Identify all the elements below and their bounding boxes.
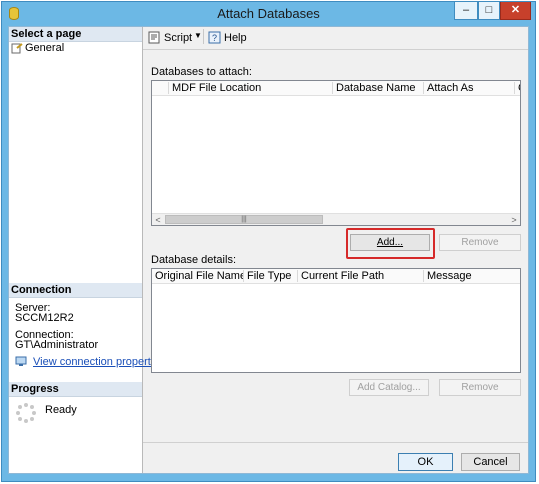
footer-divider <box>143 442 528 443</box>
connection-properties-icon <box>15 356 27 366</box>
spinner-icon <box>16 403 36 423</box>
scrollbar-thumb[interactable]: ||| <box>165 215 323 224</box>
details-grid-header: Original File Name File Type Current Fil… <box>152 269 520 284</box>
help-label: Help <box>224 32 247 44</box>
column-header[interactable]: Original File Name <box>152 270 244 282</box>
maximize-button[interactable]: □ <box>478 2 500 20</box>
column-header[interactable]: Message <box>424 270 520 282</box>
page-icon <box>11 43 23 54</box>
add-catalog-button-label: Add Catalog... <box>357 382 421 393</box>
progress-header: Progress <box>9 382 142 397</box>
databases-horizontal-scrollbar[interactable]: < ||| > <box>152 213 520 225</box>
column-header[interactable]: C <box>515 82 520 94</box>
column-header[interactable]: Current File Path <box>298 270 424 282</box>
add-catalog-button[interactable]: Add Catalog... <box>349 379 429 396</box>
add-button[interactable]: Add... <box>350 234 430 251</box>
remove-detail-button[interactable]: Remove <box>439 379 521 396</box>
svg-text:?: ? <box>212 33 217 43</box>
databases-grid-header: MDF File Location Database Name Attach A… <box>152 81 520 96</box>
databases-to-attach-grid[interactable]: MDF File Location Database Name Attach A… <box>151 80 521 226</box>
maximize-icon: □ <box>485 4 493 16</box>
scroll-left-icon[interactable]: < <box>152 214 164 225</box>
column-header[interactable]: Database Name <box>333 82 424 94</box>
server-value: SCCM12R2 <box>15 312 74 324</box>
left-pane: Select a page General Connection Server:… <box>9 27 165 473</box>
ok-button[interactable]: OK <box>398 453 453 471</box>
close-button[interactable]: ✕ <box>500 2 531 20</box>
script-icon <box>148 31 160 44</box>
remove-detail-button-label: Remove <box>461 382 499 393</box>
database-details-grid[interactable]: Original File Name File Type Current Fil… <box>151 268 521 373</box>
view-connection-properties-link[interactable]: View connection properties <box>33 356 165 368</box>
attach-databases-window: Attach Databases – □ ✕ Select a page Gen… <box>1 1 536 482</box>
cancel-button[interactable]: Cancel <box>461 453 520 471</box>
progress-status: Ready <box>45 404 77 416</box>
script-label: Script <box>164 32 193 44</box>
help-icon: ? <box>208 31 221 44</box>
add-button-label: Add... <box>376 237 404 248</box>
script-dropdown-icon[interactable]: ▼ <box>194 31 202 40</box>
column-header[interactable]: MDF File Location <box>169 82 333 94</box>
page-item-label: General <box>25 42 65 54</box>
select-page-header: Select a page <box>9 27 142 42</box>
connection-value: GT\Administrator <box>15 339 99 351</box>
minimize-icon: – <box>462 4 470 16</box>
page-item-general[interactable]: General <box>11 42 139 55</box>
ok-button-label: OK <box>417 456 434 468</box>
scroll-right-icon[interactable]: > <box>508 214 520 225</box>
toolbar-separator <box>203 29 204 44</box>
databases-to-attach-label: Databases to attach: <box>151 66 252 78</box>
minimize-button[interactable]: – <box>454 2 478 20</box>
toolbar: Script ▼ ? Help <box>143 27 528 50</box>
dialog-client-area: Select a page General Connection Server:… <box>8 26 529 474</box>
remove-database-button-label: Remove <box>461 237 499 248</box>
column-header[interactable]: File Type <box>244 270 298 282</box>
row-selector-column <box>152 82 169 94</box>
title-bar[interactable]: Attach Databases – □ ✕ <box>2 2 535 26</box>
database-details-label: Database details: <box>151 254 236 266</box>
remove-database-button[interactable]: Remove <box>439 234 521 251</box>
column-header[interactable]: Attach As <box>424 82 515 94</box>
cancel-button-label: Cancel <box>473 456 508 468</box>
connection-header: Connection <box>9 283 142 298</box>
close-icon: ✕ <box>510 4 521 16</box>
